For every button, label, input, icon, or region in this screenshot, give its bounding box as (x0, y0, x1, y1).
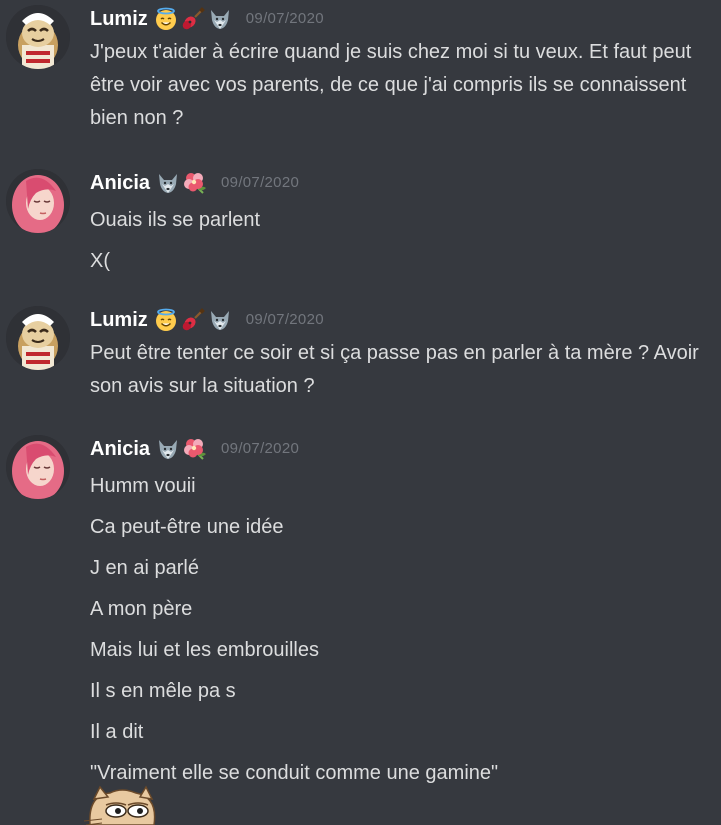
message-content: J'peux t'aider à écrire quand je suis ch… (90, 36, 717, 135)
timestamp: 09/07/2020 (221, 174, 300, 191)
message-text: Humm vouii (90, 475, 196, 497)
message-content: Peut être tenter ce soir et si ça passe … (90, 337, 717, 403)
wolf-icon (208, 7, 232, 31)
message-text: Il a dit (90, 721, 144, 743)
message-content: Ouais ils se parlent X( (90, 200, 717, 282)
wolf-icon (208, 308, 232, 332)
wolf-icon (156, 437, 180, 461)
timestamp: 09/07/2020 (245, 311, 324, 328)
angel-face-icon (154, 308, 178, 332)
message-content: Humm vouii Ca peut-être une idée J en ai… (90, 466, 717, 794)
wolf-icon (156, 171, 180, 195)
user-avatar-anicia[interactable] (6, 435, 70, 499)
message-text: Il s en mêle pa s (90, 680, 236, 702)
message-text: A mon père (90, 598, 193, 620)
role-badges (156, 437, 207, 461)
message-text: X( (90, 250, 110, 272)
hibiscus-icon (183, 171, 207, 195)
role-badges (154, 308, 232, 332)
guitar-icon (181, 7, 205, 31)
user-avatar-lumiz[interactable] (6, 306, 70, 370)
timestamp: 09/07/2020 (221, 440, 300, 457)
user-avatar-lumiz[interactable] (6, 5, 70, 69)
hibiscus-icon (183, 437, 207, 461)
anicia-avatar-icon (6, 169, 70, 233)
message-header: Anicia 09/07/2020 (90, 432, 299, 466)
message-header: Lumiz 09/07/2020 (90, 2, 324, 36)
message-text: "Vraiment elle se conduit comme une gami… (90, 762, 499, 784)
chat-messages: Lumiz 09/07/2020 J'peux t'aider à écrire… (0, 0, 721, 825)
message-text: J en ai parlé (90, 557, 199, 579)
role-badges (154, 7, 232, 31)
role-badges (156, 171, 207, 195)
user-avatar-anicia[interactable] (6, 169, 70, 233)
message-text: J'peux t'aider à écrire quand je suis ch… (90, 41, 692, 129)
message-header: Anicia 09/07/2020 (90, 166, 299, 200)
message-text: Ca peut-être une idée (90, 516, 284, 538)
username[interactable]: Lumiz (90, 2, 148, 36)
timestamp: 09/07/2020 (245, 10, 324, 27)
message-header: Lumiz 09/07/2020 (90, 303, 324, 337)
angel-face-icon (154, 7, 178, 31)
message-text: Ouais ils se parlent (90, 209, 261, 231)
message-text: Mais lui et les embrouilles (90, 639, 319, 661)
pepe-cat-sticker-icon[interactable] (80, 785, 164, 825)
lumiz-avatar-icon (6, 5, 70, 69)
guitar-icon (181, 308, 205, 332)
username[interactable]: Anicia (90, 432, 150, 466)
username[interactable]: Anicia (90, 166, 150, 200)
anicia-avatar-icon (6, 435, 70, 499)
username[interactable]: Lumiz (90, 303, 148, 337)
lumiz-avatar-icon (6, 306, 70, 370)
message-text: Peut être tenter ce soir et si ça passe … (90, 342, 699, 397)
